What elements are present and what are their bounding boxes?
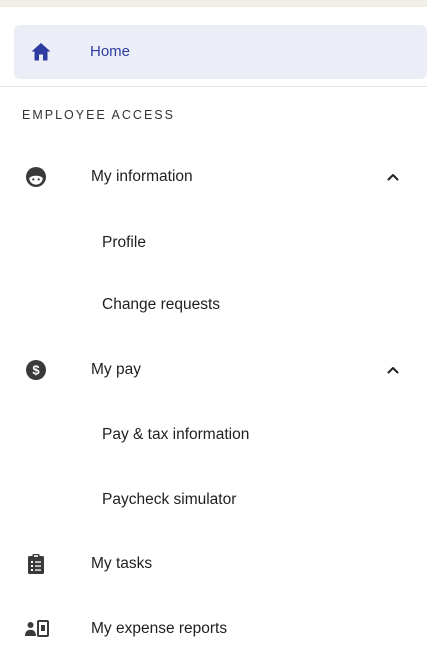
nav-item-my-information-label: My information xyxy=(91,168,193,185)
nav-item-my-expense-reports[interactable]: My expense reports xyxy=(0,607,427,651)
chevron-up-icon[interactable] xyxy=(384,168,402,186)
sub-item-profile-label: Profile xyxy=(102,234,146,251)
nav-item-my-tasks[interactable]: My tasks xyxy=(0,542,427,586)
clipboard-list-icon xyxy=(24,552,48,576)
sub-item-paycheck-simulator[interactable]: Paycheck simulator xyxy=(0,478,427,522)
nav-item-my-expense-reports-label: My expense reports xyxy=(91,620,228,637)
nav-item-my-tasks-label: My tasks xyxy=(91,555,153,572)
nav-item-home-label: Home xyxy=(90,43,131,60)
chevron-up-icon[interactable] xyxy=(384,361,402,379)
nav-item-my-information[interactable]: My information xyxy=(0,155,427,199)
expense-report-icon xyxy=(24,617,49,641)
svg-text:$: $ xyxy=(32,363,40,378)
face-icon xyxy=(24,165,48,189)
home-icon xyxy=(29,40,53,64)
sub-item-pay-tax-information-label: Pay & tax information xyxy=(102,426,250,443)
divider xyxy=(0,86,427,87)
navigation-panel: Home EMPLOYEE ACCESS My information Prof… xyxy=(0,7,427,654)
sub-item-change-requests-label: Change requests xyxy=(102,296,221,313)
nav-item-my-pay[interactable]: $ My pay xyxy=(0,348,427,392)
sub-item-profile[interactable]: Profile xyxy=(0,221,427,265)
section-heading-employee-access: EMPLOYEE ACCESS xyxy=(22,108,175,122)
sub-item-pay-tax-information[interactable]: Pay & tax information xyxy=(0,413,427,457)
nav-item-my-pay-label: My pay xyxy=(91,361,141,378)
sub-item-paycheck-simulator-label: Paycheck simulator xyxy=(102,491,237,508)
dollar-circle-icon: $ xyxy=(24,358,48,382)
sub-item-change-requests[interactable]: Change requests xyxy=(0,283,427,327)
nav-item-home[interactable]: Home xyxy=(14,25,427,79)
